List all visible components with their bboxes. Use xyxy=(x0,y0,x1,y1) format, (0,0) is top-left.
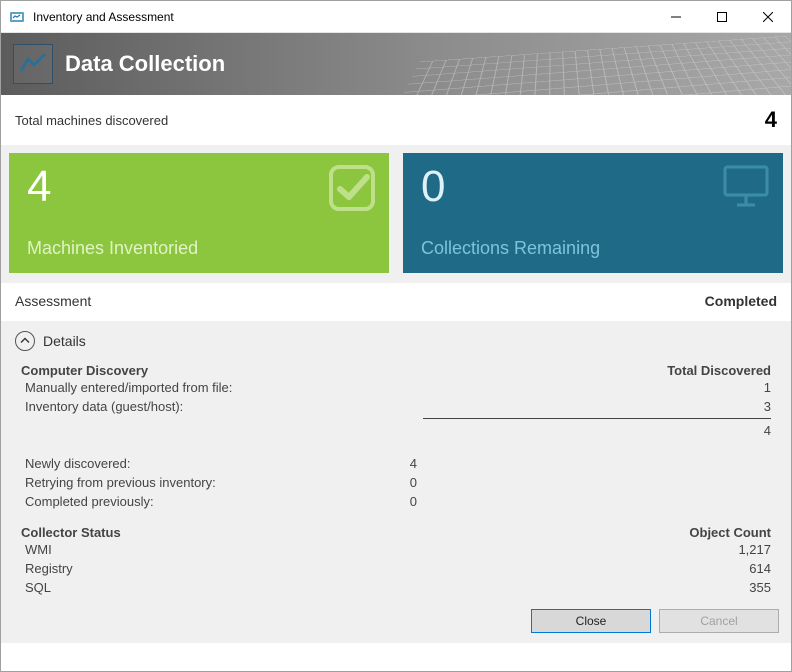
assessment-label: Assessment xyxy=(15,293,705,309)
details-header: Details xyxy=(15,331,777,351)
window-title: Inventory and Assessment xyxy=(33,10,653,24)
object-count-heading: Object Count xyxy=(423,525,771,540)
status-row-label: Retrying from previous inventory: xyxy=(21,473,291,492)
banner-title: Data Collection xyxy=(65,51,225,77)
window-close-button[interactable] xyxy=(745,1,791,32)
chevron-up-icon xyxy=(20,336,30,346)
inventoried-count: 4 xyxy=(27,165,373,209)
collector-row-label: WMI xyxy=(21,540,291,559)
total-discovered-heading: Total Discovered xyxy=(423,363,771,378)
checkbox-icon xyxy=(327,163,377,216)
assessment-status: Completed xyxy=(705,293,777,309)
app-icon xyxy=(9,9,25,25)
monitor-icon xyxy=(721,163,771,214)
collector-heading: Collector Status xyxy=(21,525,291,540)
inventoried-label: Machines Inventoried xyxy=(27,238,373,259)
status-row-value: 0 xyxy=(297,473,417,492)
assessment-row: Assessment Completed xyxy=(1,283,791,321)
collector-row-value: 355 xyxy=(423,578,771,597)
window-minimize-button[interactable] xyxy=(653,1,699,32)
details-grid: Computer Discovery Total Discovered Manu… xyxy=(15,363,777,597)
discovery-total: 4 xyxy=(423,421,771,440)
discovery-row-label: Inventory data (guest/host): xyxy=(21,397,291,416)
summary-cards: 4 Machines Inventoried 0 Collections Rem… xyxy=(1,145,791,283)
titlebar: Inventory and Assessment xyxy=(1,1,791,33)
collector-row-label: SQL xyxy=(21,578,291,597)
banner: Data Collection xyxy=(1,33,791,95)
divider xyxy=(423,418,771,419)
remaining-label: Collections Remaining xyxy=(421,238,767,259)
card-inventoried: 4 Machines Inventoried xyxy=(9,153,389,273)
cancel-button: Cancel xyxy=(659,609,779,633)
collector-row-value: 614 xyxy=(423,559,771,578)
discovery-row-value: 1 xyxy=(423,378,771,397)
status-row-value: 4 xyxy=(297,454,417,473)
total-label: Total machines discovered xyxy=(15,113,765,128)
discovery-heading: Computer Discovery xyxy=(21,363,291,378)
banner-grid-decor xyxy=(373,36,791,95)
total-value: 4 xyxy=(765,107,777,133)
window-maximize-button[interactable] xyxy=(699,1,745,32)
status-row-label: Completed previously: xyxy=(21,492,291,511)
chart-icon xyxy=(13,44,53,84)
remaining-count: 0 xyxy=(421,165,767,209)
discovery-row-value: 3 xyxy=(423,397,771,416)
details-label: Details xyxy=(43,333,86,349)
close-button[interactable]: Close xyxy=(531,609,651,633)
details-toggle[interactable] xyxy=(15,331,35,351)
collector-row-label: Registry xyxy=(21,559,291,578)
button-bar: Close Cancel xyxy=(1,601,791,643)
total-row: Total machines discovered 4 xyxy=(1,95,791,145)
status-row-label: Newly discovered: xyxy=(21,454,291,473)
collector-row-value: 1,217 xyxy=(423,540,771,559)
card-remaining: 0 Collections Remaining xyxy=(403,153,783,273)
status-row-value: 0 xyxy=(297,492,417,511)
discovery-row-label: Manually entered/imported from file: xyxy=(21,378,291,397)
details-area: Details Computer Discovery Total Discove… xyxy=(1,321,791,601)
